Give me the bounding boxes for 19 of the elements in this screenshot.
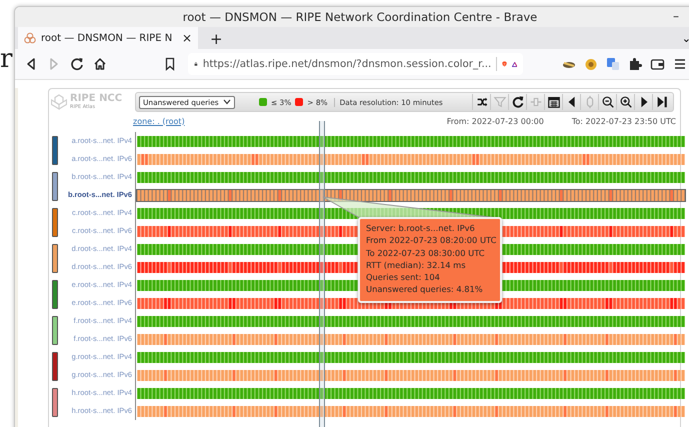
from-time: From: 2022-07-23 00:00	[446, 116, 544, 126]
new-tab-button[interactable]: +	[210, 29, 223, 49]
tooltip-line: To 2022-07-23 08:30:00 UTC	[366, 246, 486, 259]
window-title: root — DNSMON — RIPE Network Coordination Centre - Brave	[182, 10, 538, 24]
address-field[interactable]: https://atlas.ripe.net/dnsmon/?dnsmon.session.color_r...	[188, 53, 523, 75]
tooltip-line: RTT (median): 32.14 ms	[366, 258, 467, 272]
tooltip-line: Queries sent: 104	[366, 271, 441, 284]
tooltip-line: Server: b.root-s...net. IPv6	[366, 222, 476, 234]
tab-title: root — DNSMON — RIPE N	[41, 32, 174, 44]
tooltip-line: From 2022-07-23 08:20:00 UTC	[366, 234, 494, 247]
close-tab-button[interactable]: ×	[182, 31, 192, 45]
tab-list-button[interactable]: ⌄	[682, 29, 689, 49]
logo-name: RIPE NCC	[70, 94, 122, 104]
background-text: r	[0, 44, 12, 74]
minimize-button[interactable]: –	[673, 9, 679, 23]
to-time: To: 2022-07-23 23:50 UTC	[572, 116, 676, 126]
browser-tab[interactable]: root — DNSMON — RIPE N ×	[18, 27, 198, 49]
zone-link[interactable]: zone: . (root)	[133, 116, 185, 126]
tooltip-line: Unanswered queries: 4.81%	[366, 283, 484, 296]
